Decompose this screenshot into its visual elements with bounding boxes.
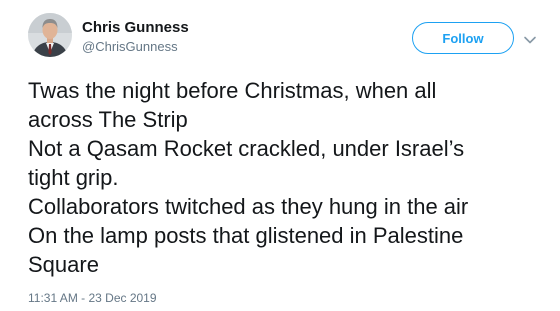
tweet-card: Chris Gunness @ChrisGunness Follow Twas … — [0, 0, 560, 311]
tweet-text: Twas the night before Christmas, when al… — [28, 76, 558, 279]
avatar[interactable] — [28, 13, 72, 57]
author-display-name[interactable]: Chris Gunness — [82, 19, 189, 37]
follow-button[interactable]: Follow — [412, 22, 514, 54]
avatar-image — [28, 13, 72, 57]
chevron-down-icon-glyph — [524, 36, 536, 44]
tweet-text-line: Twas the night before Christmas, when al… — [28, 78, 437, 103]
tweet-text-line: Collaborators twitched as they hung in t… — [28, 194, 469, 219]
author-handle[interactable]: @ChrisGunness — [82, 39, 178, 55]
tweet-text-line: across The Strip — [28, 107, 188, 132]
tweet-text-line: Square — [28, 252, 99, 277]
tweet-text-line: Not a Qasam Rocket crackled, under Israe… — [28, 136, 465, 161]
tweet-text-line: On the lamp posts that glistened in Pale… — [28, 223, 464, 248]
tweet-text-line: tight grip. — [28, 165, 119, 190]
chevron-down-icon[interactable] — [523, 32, 537, 44]
tweet-timestamp[interactable]: 11:31 AM - 23 Dec 2019 — [28, 291, 157, 305]
